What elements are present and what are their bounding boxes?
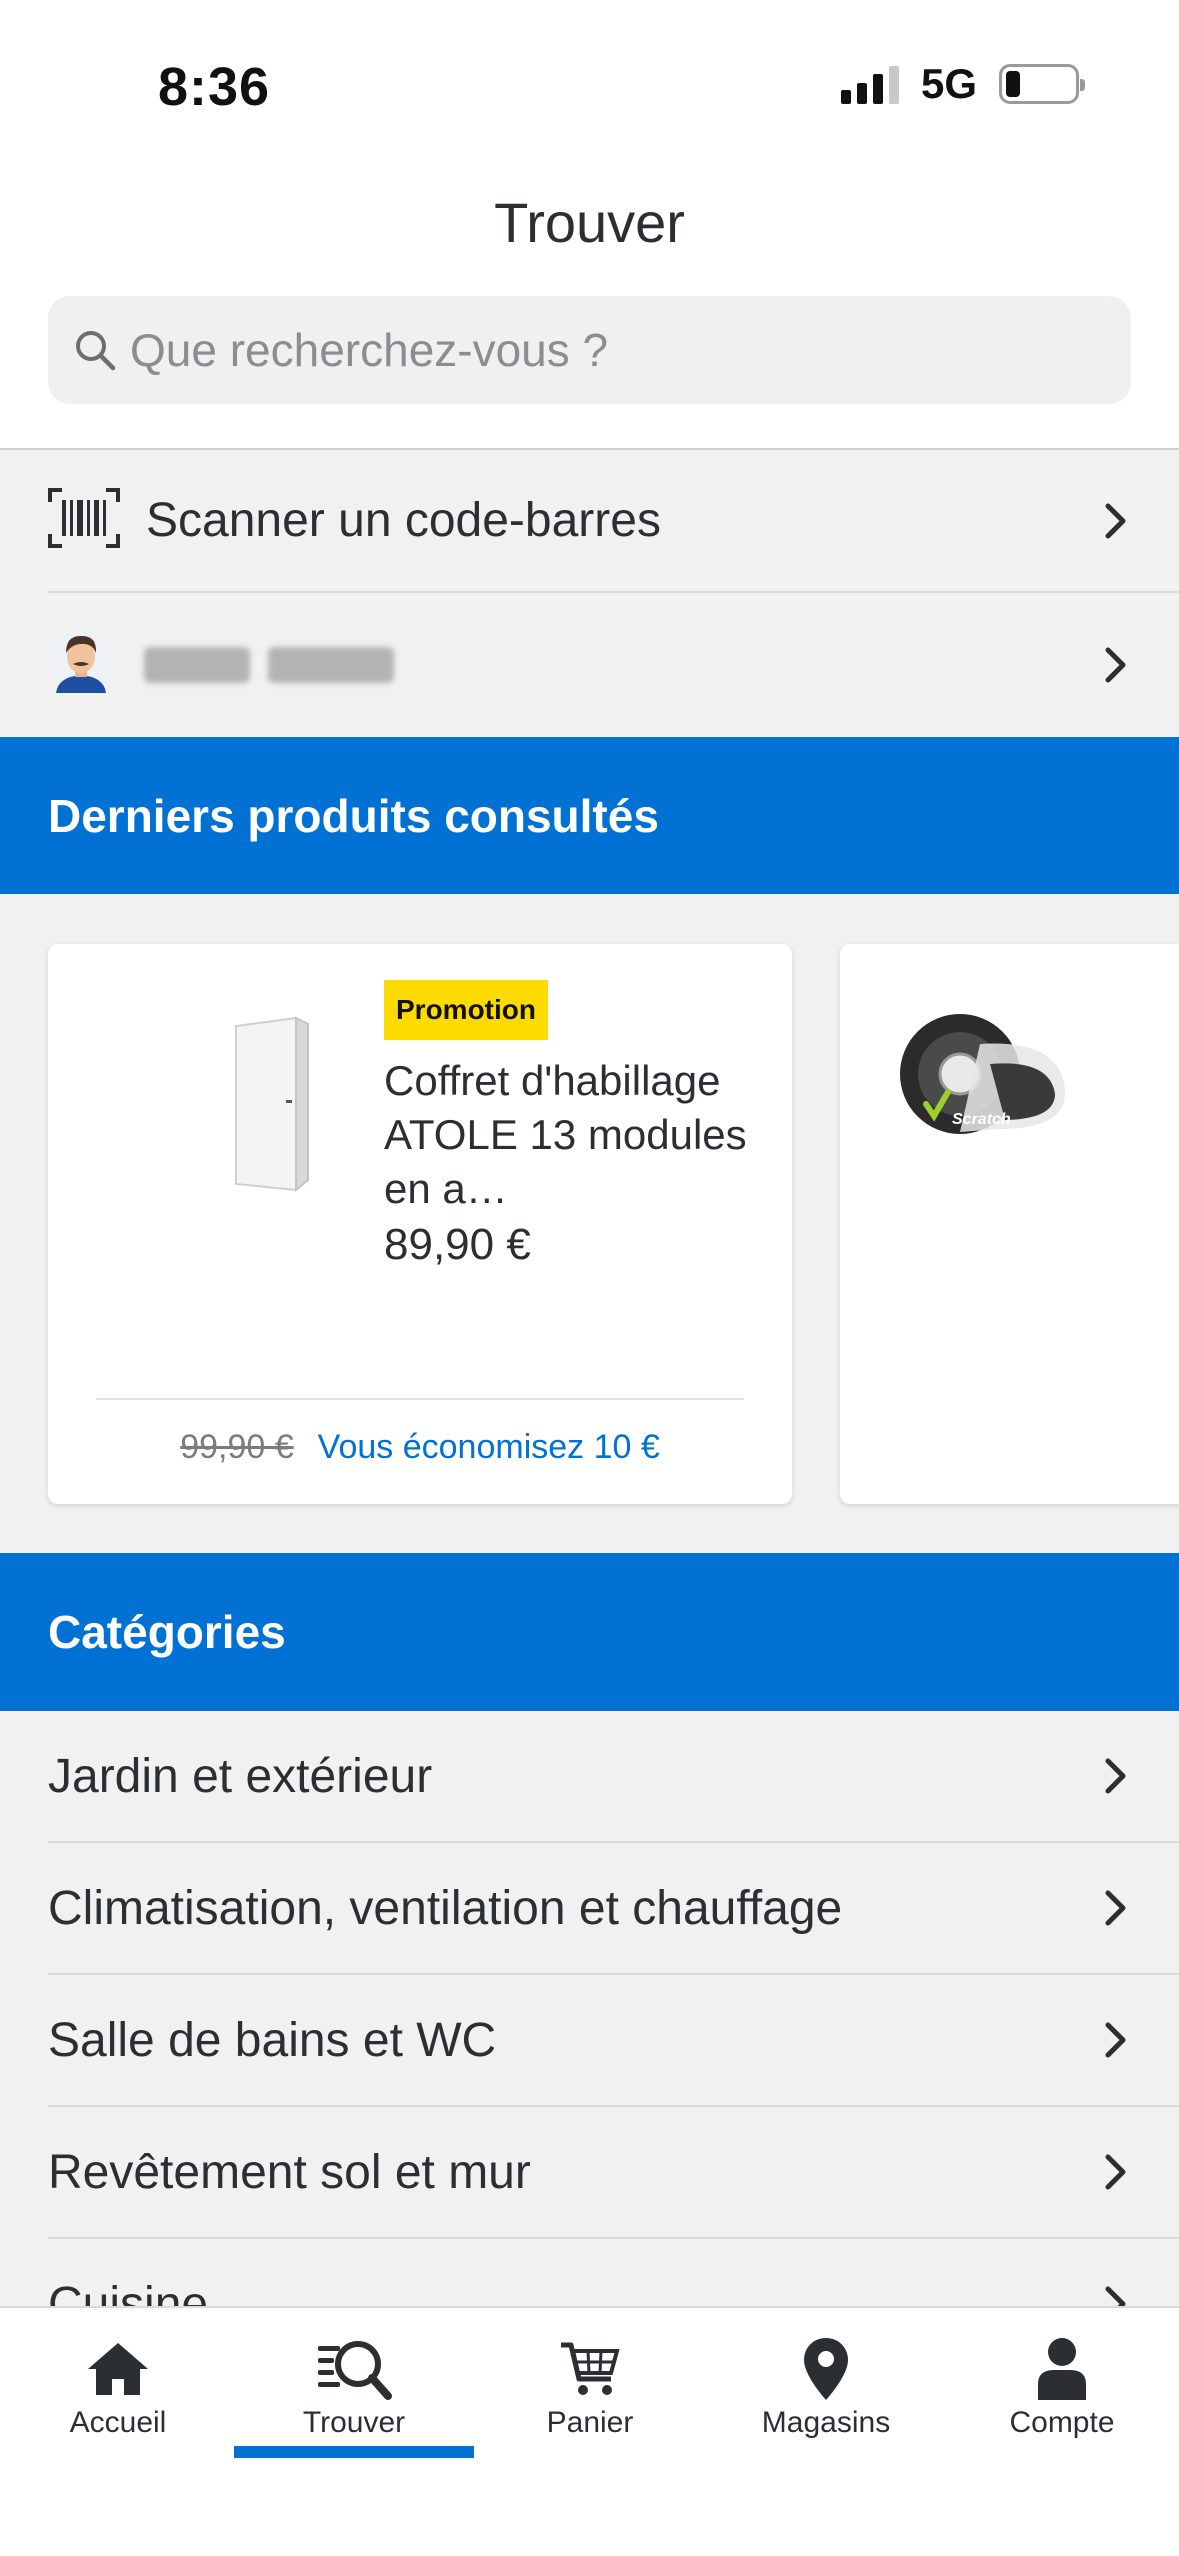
category-label: Salle de bains et WC [48, 2013, 497, 2067]
chevron-right-icon [1105, 2154, 1126, 2190]
chevron-right-icon [1105, 647, 1126, 682]
old-price: 99,90 € [180, 1428, 294, 1466]
tab-accueil[interactable]: Accueil [0, 2308, 236, 2458]
tab-label: Magasins [761, 2406, 891, 2439]
product-image-velcro-tape: Scratch [900, 1014, 1066, 1134]
category-item-salle-de-bains[interactable]: Salle de bains et WC [48, 1975, 1179, 2107]
location-pin-icon [802, 2334, 850, 2404]
svg-text:Scratch: Scratch [952, 1111, 1011, 1128]
recent-products-title: Derniers produits consultés [48, 790, 659, 842]
status-bar: 8:36 5G [0, 0, 1179, 170]
home-icon [86, 2334, 150, 2404]
tab-compte[interactable]: Compte [944, 2308, 1179, 2458]
page-title: Trouver [494, 191, 685, 254]
categories-header: Catégories [0, 1553, 1179, 1711]
tab-label: Panier [546, 2406, 634, 2439]
product-card[interactable]: Scratch [840, 944, 1179, 1504]
tab-label: Trouver [302, 2406, 406, 2439]
tab-panier[interactable]: Panier [472, 2308, 708, 2458]
savings-text: Vous économisez 10 € [317, 1428, 660, 1466]
chevron-right-icon [1105, 2022, 1126, 2058]
category-label: Climatisation, ventilation et chauffage [48, 1881, 843, 1935]
account-row[interactable] [48, 593, 1179, 736]
network-type: 5G [920, 60, 977, 107]
category-label: Jardin et extérieur [48, 1749, 433, 1803]
barcode-scan-icon [48, 488, 120, 553]
status-icons: 5G [840, 60, 1085, 108]
cart-icon [559, 2334, 621, 2404]
product-image-cabinet [235, 1016, 309, 1193]
search-icon [66, 321, 124, 379]
tab-label: Accueil [69, 2406, 167, 2439]
scan-barcode-label: Scanner un code-barres [146, 494, 661, 547]
product-card[interactable]: Promotion Coffret d'habillage ATOLE 13 m… [48, 944, 792, 1504]
signal-icon [840, 64, 899, 104]
recent-products-carousel[interactable]: Promotion Coffret d'habillage ATOLE 13 m… [0, 894, 1179, 1554]
chevron-right-icon [1105, 503, 1126, 538]
tab-magasins[interactable]: Magasins [708, 2308, 944, 2458]
avatar [48, 627, 114, 702]
battery-icon [999, 64, 1085, 104]
promotion-badge: Promotion [384, 980, 548, 1040]
scan-barcode-row[interactable]: Scanner un code-barres [48, 450, 1179, 593]
tab-trouver[interactable]: Trouver [236, 2308, 472, 2458]
find-icon [316, 2334, 392, 2404]
quick-actions-list: Scanner un code-barres [0, 448, 1179, 736]
user-icon [1036, 2334, 1088, 2404]
search-bar[interactable] [48, 296, 1131, 404]
divider [96, 1398, 744, 1400]
category-item-jardin[interactable]: Jardin et extérieur [48, 1711, 1179, 1843]
categories-title: Catégories [48, 1606, 286, 1658]
category-label: Revêtement sol et mur [48, 2145, 531, 2199]
product-name: Coffret d'habillage ATOLE 13 modules en … [384, 1057, 747, 1212]
blurred-user-name [144, 646, 1101, 683]
recent-products-header: Derniers produits consultés [0, 737, 1179, 895]
category-item-revetement[interactable]: Revêtement sol et mur [48, 2107, 1179, 2239]
category-item-climatisation[interactable]: Climatisation, ventilation et chauffage [48, 1843, 1179, 1975]
status-time: 8:36 [158, 57, 271, 117]
search-input[interactable] [130, 323, 1080, 377]
bottom-tab-bar: Accueil Trouver Panier Magasins Compte [0, 2306, 1179, 2556]
chevron-right-icon [1105, 1758, 1126, 1794]
categories-list: Jardin et extérieur Climatisation, venti… [0, 1711, 1179, 2311]
product-price: 89,90 € [384, 1220, 531, 1269]
chevron-right-icon [1105, 1890, 1126, 1926]
active-tab-indicator [234, 2446, 474, 2458]
tab-label: Compte [1009, 2406, 1115, 2439]
price-comparison: 99,90 € Vous économisez 10 € [48, 1428, 792, 1467]
category-item-cuisine[interactable]: Cuisine [48, 2239, 1179, 2311]
